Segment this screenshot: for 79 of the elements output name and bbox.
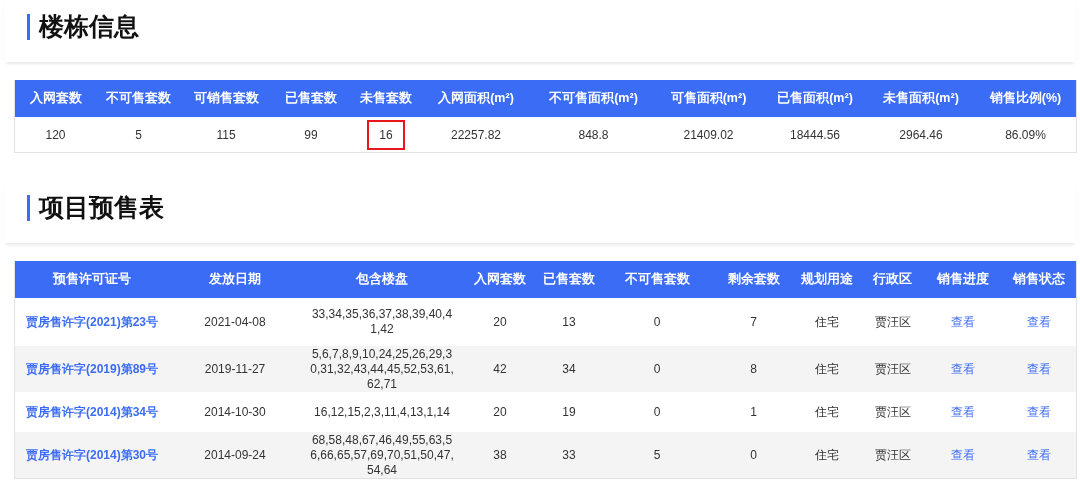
column-header: 已售套数 xyxy=(285,90,337,107)
column-header: 已售套数 xyxy=(543,271,595,288)
table-cell-text: 86.09% xyxy=(1004,126,1047,144)
view-link[interactable]: 查看 xyxy=(950,446,975,464)
table-cell-text: 18444.56 xyxy=(788,126,842,144)
column-header: 销售进度 xyxy=(936,271,989,288)
column-header: 不可售套数 xyxy=(624,271,690,288)
table-cell: 20 xyxy=(493,314,507,330)
view-link[interactable]: 查看 xyxy=(1026,360,1051,378)
table-cell: 7 xyxy=(750,314,757,330)
table-cell-text: 5 xyxy=(134,126,143,144)
table-cell: 13 xyxy=(562,314,576,330)
table-cell-text: 22257.82 xyxy=(449,126,503,144)
table-cell: 19 xyxy=(562,404,576,420)
license-link[interactable]: 贾房售许字(2021)第23号 xyxy=(25,313,158,331)
column-header: 预售许可证号 xyxy=(53,271,131,288)
column-header: 入网套数 xyxy=(474,271,526,288)
table-cell: 0 xyxy=(653,404,661,420)
view-link[interactable]: 查看 xyxy=(950,360,975,378)
column-header: 剩余套数 xyxy=(727,271,780,288)
table-cell: 住宅 xyxy=(814,361,839,377)
table-cell: 68,58,48,67,46,49,55,63,56,66,65,57,69,70,51,50,47,54,64 xyxy=(309,432,455,478)
table-cell: 16,12,15,2,3,11,4,13,1,14 xyxy=(314,404,450,420)
column-header: 不可售套数 xyxy=(106,90,171,107)
section-title: 楼栋信息 xyxy=(39,11,139,42)
table-cell-text: 115 xyxy=(215,126,237,144)
table-cell: 贾汪区 xyxy=(874,404,911,420)
table-cell: 2021-04-08 xyxy=(204,314,266,330)
table-cell-text: 21409.02 xyxy=(682,126,735,144)
table-cell: 贾汪区 xyxy=(874,447,911,463)
column-header: 入网套数 xyxy=(29,90,82,107)
column-header: 可销售套数 xyxy=(193,90,259,107)
column-header: 规划用途 xyxy=(800,271,853,288)
table-cell-text: 99 xyxy=(303,126,319,144)
table-cell: 38 xyxy=(493,447,507,463)
table-cell: 42 xyxy=(493,361,507,377)
table-cell: 20 xyxy=(493,404,507,420)
table-cell: 贾汪区 xyxy=(874,314,911,330)
column-header: 包含楼盘 xyxy=(356,271,408,288)
table-cell: 2019-11-27 xyxy=(204,361,266,377)
table-cell: 5,6,7,8,9,10,24,25,26,29,30,31,32,43,44,45,52,53,61,62,71 xyxy=(309,346,455,392)
view-link[interactable]: 查看 xyxy=(1026,313,1051,331)
table-cell-text: 33,34,35,36,37,38,39,40,41,42 xyxy=(310,307,454,337)
table-cell: 住宅 xyxy=(814,447,839,463)
table-cell: 33 xyxy=(562,447,576,463)
column-header: 销售状态 xyxy=(1012,271,1065,288)
column-header: 不可售面积(m²) xyxy=(549,90,638,107)
table-cell-text: 2964.46 xyxy=(898,126,944,144)
table-cell-text: 848.8 xyxy=(577,126,610,144)
license-link[interactable]: 贾房售许字(2014)第30号 xyxy=(25,446,158,464)
view-link[interactable]: 查看 xyxy=(950,313,975,331)
column-header: 销售比例(%) xyxy=(989,90,1062,107)
column-header: 可售面积(m²) xyxy=(670,90,747,107)
table-cell: 1 xyxy=(750,404,757,420)
table-cell: 贾汪区 xyxy=(874,361,911,377)
column-header: 入网面积(m²) xyxy=(438,90,514,107)
column-header: 已售面积(m²) xyxy=(777,90,853,107)
column-header: 未售套数 xyxy=(360,90,412,107)
table-cell-text: 120 xyxy=(44,126,67,144)
view-link[interactable]: 查看 xyxy=(1026,446,1051,464)
column-header: 行政区 xyxy=(873,271,912,288)
table-cell: 0 xyxy=(653,314,661,330)
table-cell: 34 xyxy=(562,361,576,377)
table-cell: 住宅 xyxy=(814,314,839,330)
table-cell: 2014-10-30 xyxy=(204,404,266,420)
table-cell: 2014-09-24 xyxy=(204,447,266,463)
table-cell: 5 xyxy=(653,447,661,463)
table-cell: 0 xyxy=(750,447,757,463)
license-link[interactable]: 贾房售许字(2014)第34号 xyxy=(25,403,158,421)
license-link[interactable]: 贾房售许字(2019)第89号 xyxy=(25,360,158,378)
column-header: 未售面积(m²) xyxy=(883,90,959,107)
table-cell: 0 xyxy=(653,361,661,377)
table-cell: 住宅 xyxy=(814,404,839,420)
column-header: 发放日期 xyxy=(209,271,261,288)
table-cell: 16 xyxy=(367,119,405,150)
view-link[interactable]: 查看 xyxy=(950,403,975,421)
view-link[interactable]: 查看 xyxy=(1026,403,1051,421)
section-title: 项目预售表 xyxy=(39,192,164,223)
table-cell: 8 xyxy=(750,361,757,377)
